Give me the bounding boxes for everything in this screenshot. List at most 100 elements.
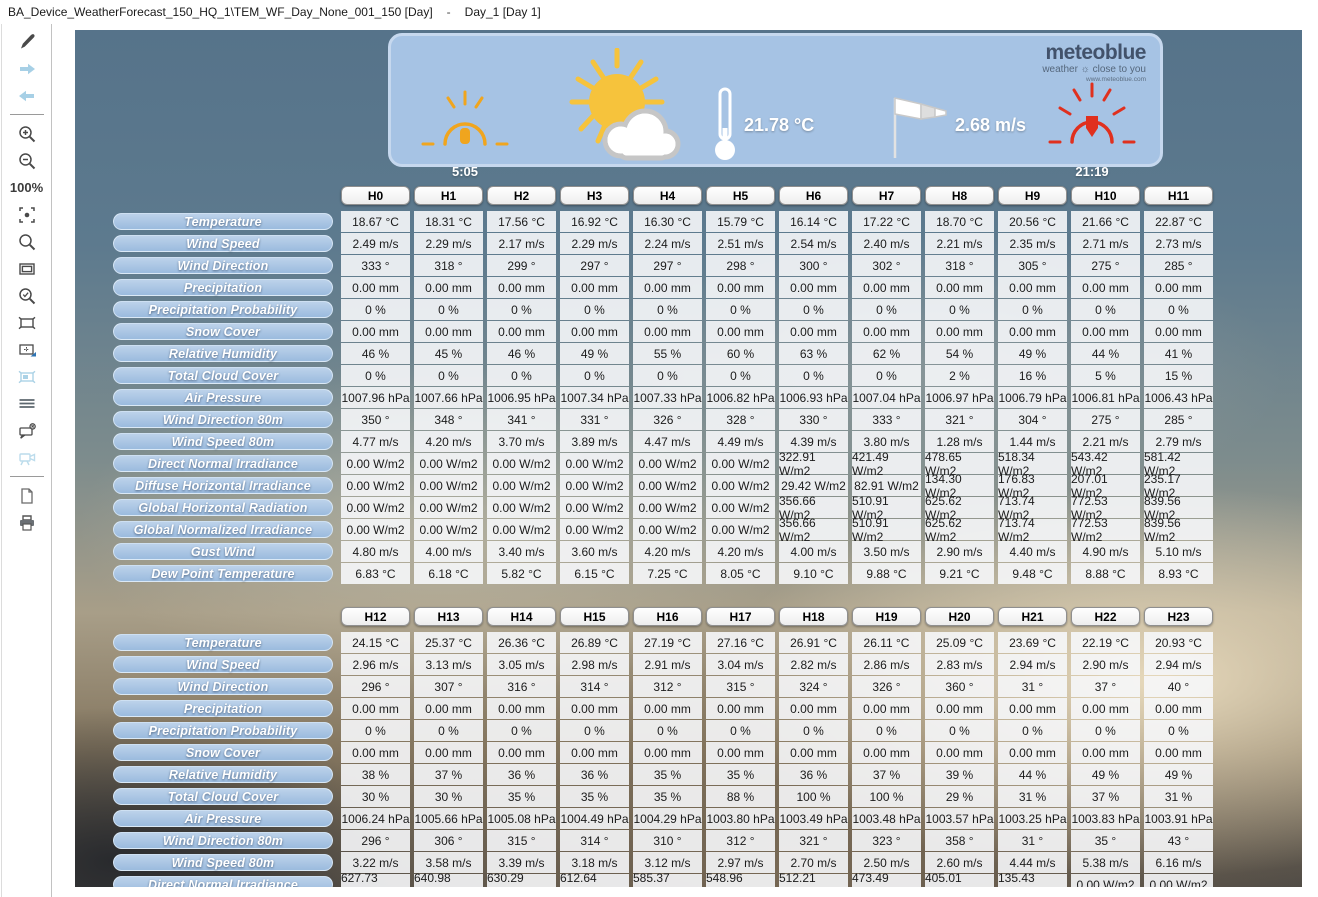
hour-column-header[interactable]: H23 <box>1144 607 1213 626</box>
camera-icon[interactable] <box>2 444 51 471</box>
value-cell: 0 % <box>414 365 483 386</box>
zoom-in-icon[interactable] <box>2 120 51 147</box>
zoom-check-icon[interactable] <box>2 282 51 309</box>
row-label-pill[interactable]: Wind Speed <box>113 656 333 673</box>
hour-column-header[interactable]: H20 <box>925 607 994 626</box>
row-label-pill[interactable]: Wind Direction <box>113 257 333 274</box>
row-label-pill[interactable]: Gust Wind <box>113 543 333 560</box>
magnifier-icon[interactable] <box>2 228 51 255</box>
hour-column-header[interactable]: H3 <box>560 186 629 205</box>
current-wind-speed: 2.68 m/s <box>955 115 1026 136</box>
row-label-pill[interactable]: Relative Humidity <box>113 345 333 362</box>
print-icon[interactable] <box>2 509 51 536</box>
value-cell: 0.00 mm <box>706 742 775 763</box>
row-label-pill[interactable]: Diffuse Horizontal Irradiance <box>113 477 333 494</box>
row-label-pill[interactable]: Direct Normal Irradiance <box>113 455 333 472</box>
row-label-pill[interactable]: Air Pressure <box>113 810 333 827</box>
zoom-window-icon[interactable] <box>2 255 51 282</box>
hour-column-header[interactable]: H15 <box>560 607 629 626</box>
value-cell: 0.00 mm <box>487 321 556 342</box>
hour-column-header[interactable]: H0 <box>341 186 410 205</box>
value-cell: 31 ° <box>998 830 1067 851</box>
value-cell: 0.00 W/m2 <box>706 519 775 540</box>
hour-column-header[interactable]: H13 <box>414 607 483 626</box>
row-label-cell: Wind Direction 80m <box>113 830 337 851</box>
row-label-pill[interactable]: Wind Direction 80m <box>113 411 333 428</box>
annotate-pen-icon[interactable] <box>2 28 51 55</box>
sunrise-group: 5:05 <box>419 86 511 179</box>
value-cell: 37 ° <box>1071 676 1140 697</box>
back-arrow-icon[interactable] <box>2 82 51 109</box>
hour-column-header[interactable]: H21 <box>998 607 1067 626</box>
value-cell: 0.00 W/m2 <box>487 453 556 474</box>
value-cell: 312 ° <box>633 676 702 697</box>
zoom-out-icon[interactable] <box>2 147 51 174</box>
row-label-pill[interactable]: Dew Point Temperature <box>113 565 333 582</box>
row-label-pill[interactable]: Relative Humidity <box>113 766 333 783</box>
row-label-pill[interactable]: Precipitation <box>113 279 333 296</box>
row-label-pill[interactable]: Temperature <box>113 634 333 651</box>
row-label-pill[interactable]: Global Horizontal Radiation <box>113 499 333 516</box>
comment-icon[interactable] <box>2 417 51 444</box>
hour-column-header[interactable]: H9 <box>998 186 1067 205</box>
split-view-icon[interactable] <box>2 336 51 363</box>
hour-column-header[interactable]: H5 <box>706 186 775 205</box>
layers-menu-icon[interactable] <box>2 390 51 417</box>
value-cell: 31 % <box>998 786 1067 807</box>
row-label-pill[interactable]: Precipitation Probability <box>113 301 333 318</box>
hour-column-header[interactable]: H8 <box>925 186 994 205</box>
row-label-pill[interactable]: Wind Speed 80m <box>113 854 333 871</box>
hour-column-header[interactable]: H10 <box>1071 186 1140 205</box>
row-label-pill[interactable]: Snow Cover <box>113 323 333 340</box>
value-cell: 1006.79 hPa <box>998 387 1067 408</box>
value-cell: 4.90 m/s <box>1071 541 1140 562</box>
value-cell: 0.00 mm <box>633 742 702 763</box>
row-label-pill[interactable]: Wind Speed <box>113 235 333 252</box>
hour-column-header[interactable]: H14 <box>487 607 556 626</box>
hour-column-header[interactable]: H17 <box>706 607 775 626</box>
row-label-pill[interactable]: Precipitation Probability <box>113 722 333 739</box>
hour-column-header[interactable]: H22 <box>1071 607 1140 626</box>
value-cell: 35 % <box>487 786 556 807</box>
row-label-pill[interactable]: Global Normalized Irradiance <box>113 521 333 538</box>
value-cell: 0 % <box>414 299 483 320</box>
zoom-fit-icon[interactable] <box>2 201 51 228</box>
value-cell: 31 ° <box>998 676 1067 697</box>
row-label-pill[interactable]: Precipitation <box>113 700 333 717</box>
row-label-pill[interactable]: Air Pressure <box>113 389 333 406</box>
hour-column-header[interactable]: H6 <box>779 186 848 205</box>
page-setup-icon[interactable] <box>2 482 51 509</box>
forward-arrow-icon[interactable] <box>2 55 51 82</box>
hour-column-header[interactable]: H1 <box>414 186 483 205</box>
hour-column-header[interactable]: H16 <box>633 607 702 626</box>
value-cell: 0 % <box>1144 720 1213 741</box>
value-cell: 0 % <box>633 720 702 741</box>
value-cell: 0.00 mm <box>1144 321 1213 342</box>
row-label-pill[interactable]: Direct Normal Irradiance <box>113 876 333 887</box>
hour-column-header[interactable]: H11 <box>1144 186 1213 205</box>
value-cell: 2.94 m/s <box>998 654 1067 675</box>
row-label-pill[interactable]: Total Cloud Cover <box>113 367 333 384</box>
row-label-pill[interactable]: Snow Cover <box>113 744 333 761</box>
value-cell: 2.83 m/s <box>925 654 994 675</box>
value-cell: 5.38 m/s <box>1071 852 1140 873</box>
hour-column-header[interactable]: H19 <box>852 607 921 626</box>
hour-column-header[interactable]: H18 <box>779 607 848 626</box>
row-label-pill[interactable]: Wind Direction 80m <box>113 832 333 849</box>
value-cell: 0.00 mm <box>487 277 556 298</box>
select-region-icon[interactable] <box>2 309 51 336</box>
row-label-cell: Air Pressure <box>113 387 337 408</box>
hour-column-header[interactable]: H2 <box>487 186 556 205</box>
zoom-level-label[interactable]: 100% <box>2 174 51 201</box>
value-cell: 0.00 W/m2 <box>341 519 410 540</box>
value-cell: 31 % <box>1144 786 1213 807</box>
hour-column-header[interactable]: H4 <box>633 186 702 205</box>
hour-column-header[interactable]: H12 <box>341 607 410 626</box>
value-cell: 275 ° <box>1071 255 1140 276</box>
row-label-pill[interactable]: Total Cloud Cover <box>113 788 333 805</box>
row-label-pill[interactable]: Wind Direction <box>113 678 333 695</box>
row-label-pill[interactable]: Wind Speed 80m <box>113 433 333 450</box>
row-label-pill[interactable]: Temperature <box>113 213 333 230</box>
preview-window-icon[interactable] <box>2 363 51 390</box>
hour-column-header[interactable]: H7 <box>852 186 921 205</box>
